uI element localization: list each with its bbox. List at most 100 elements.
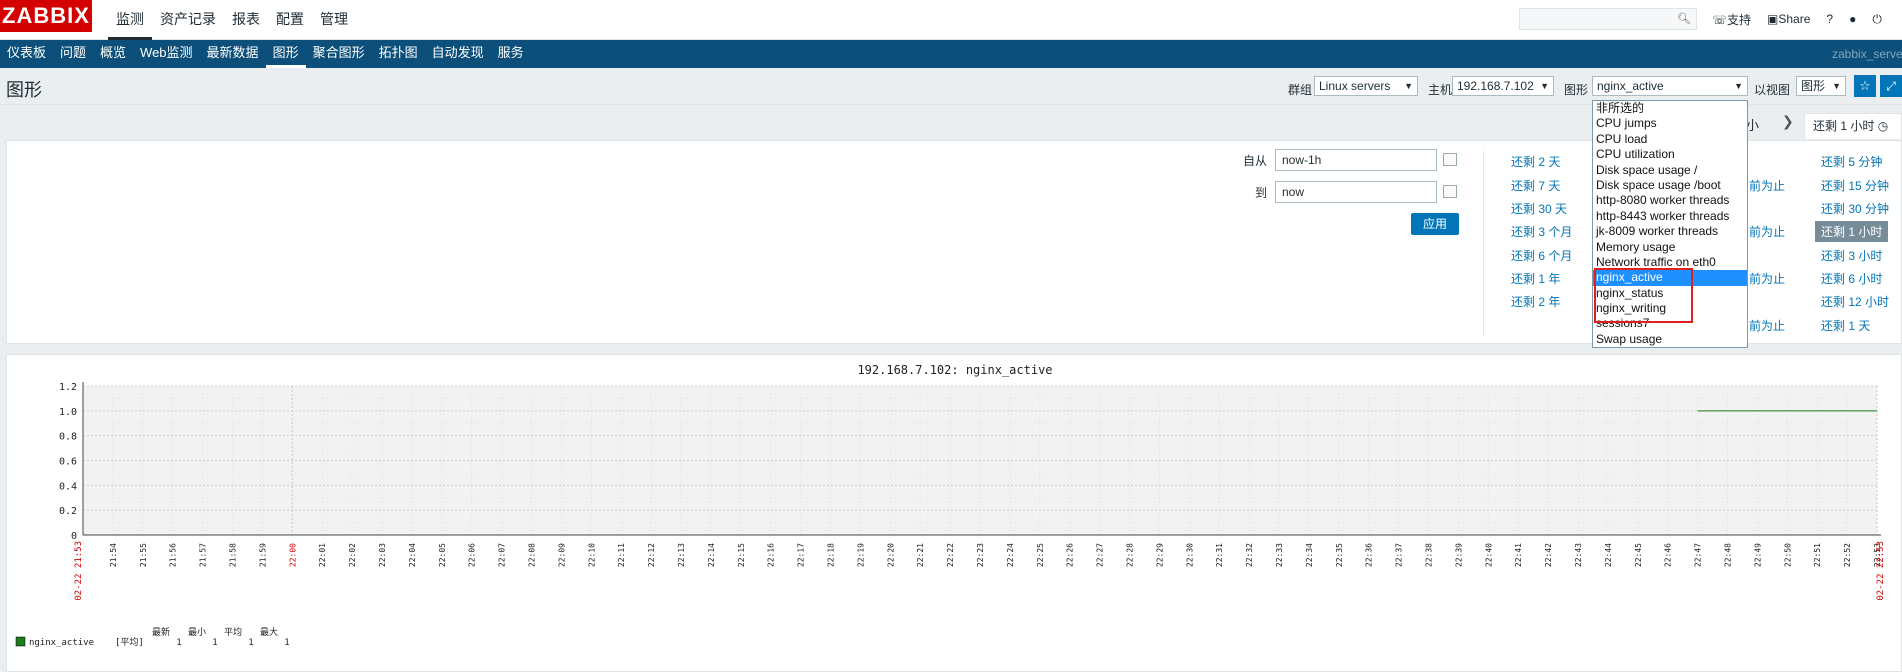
x-tick-label: 22:03 [378,543,387,567]
support-link[interactable]: ☏支持 [1712,11,1751,28]
power-icon[interactable]: ⏻ [1872,12,1882,27]
host-select[interactable]: 192.168.7.102 ▼ [1452,76,1554,96]
x-tick-label: 22:43 [1574,543,1583,567]
quick-range-so-far[interactable]: 前为止 [1749,317,1785,334]
graph-select[interactable]: nginx_active ▼ [1592,76,1748,96]
x-tick-label: 22:29 [1155,543,1164,567]
x-tick-label: 22:48 [1724,543,1733,567]
x-tick-label: 22:01 [318,543,327,567]
help-icon[interactable]: ? [1826,12,1833,26]
dropdown-option[interactable]: 非所选的 [1593,101,1747,116]
quick-range-3h[interactable]: 还剩 3 小时 [1821,247,1882,264]
from-label: 自从 [1243,154,1268,168]
dropdown-option[interactable]: Disk space usage / [1593,163,1747,178]
quick-range-12h[interactable]: 还剩 12 小时 [1821,293,1889,310]
fullscreen-button[interactable]: ⤢ [1880,75,1902,97]
menu-administration[interactable]: 管理 [312,0,356,40]
quick-range-1h[interactable]: 还剩 1 小时 [1815,221,1889,242]
x-tick-label: 22:04 [408,543,417,567]
calendar-icon[interactable] [1443,185,1457,198]
subnav-maps[interactable]: 拓扑图 [372,40,425,68]
subnav-discovery[interactable]: 自动发现 [425,40,491,68]
subnav-services[interactable]: 服务 [491,40,531,68]
dropdown-option[interactable]: http-8443 worker threads [1593,209,1747,224]
subnav-latest-data[interactable]: 最新数据 [200,40,266,68]
subnav-overview[interactable]: 概览 [93,40,133,68]
chart-svg[interactable]: 1.2 1.0 0.8 0.6 0.4 0.2 0 21:54 21:55 21:56 21:57… [7,355,1901,671]
host-label: 主机 [1428,83,1453,97]
quick-range-3m[interactable]: 还剩 3 个月 [1511,223,1572,240]
quick-range-30d[interactable]: 还剩 30 天 [1511,200,1567,217]
subnav-problems[interactable]: 问题 [53,40,93,68]
x-tick-label: 22:44 [1604,543,1613,567]
quick-range-30min[interactable]: 还剩 30 分钟 [1821,200,1889,217]
y-tick-label: 0.2 [59,506,77,517]
subnav-graphs[interactable]: 图形 [265,40,306,68]
x-tick-label: 22:42 [1544,543,1553,567]
x-tick-label: 22:09 [557,543,566,567]
x-tick-label: 22:14 [707,543,716,567]
dropdown-option[interactable]: http-8080 worker threads [1593,193,1747,208]
menu-inventory[interactable]: 资产记录 [152,0,224,40]
subnav-screens[interactable]: 聚合图形 [306,40,372,68]
user-icon[interactable]: ● [1849,12,1856,26]
quick-range-6h[interactable]: 还剩 6 小时 [1821,270,1882,287]
quick-range-2d[interactable]: 还剩 2 天 [1511,153,1560,170]
top-right-links: ☏支持 ▣Share ? ● ⏻ [1712,0,1882,38]
from-input[interactable]: now-1h [1275,149,1437,171]
share-icon: ▣ [1767,12,1779,26]
x-tick-label: 22:12 [647,543,656,567]
quick-range-so-far[interactable]: 前为止 [1749,177,1785,194]
subnav-dashboard[interactable]: 仪表板 [0,40,53,68]
x-tick-label: 21:59 [258,543,267,567]
menu-monitoring[interactable]: 监测 [108,0,152,40]
dropdown-option[interactable]: Memory usage [1593,240,1747,255]
dropdown-option[interactable]: jk-8009 worker threads [1593,224,1747,239]
quick-range-6m[interactable]: 还剩 6 个月 [1511,247,1572,264]
quick-range-1y[interactable]: 还剩 1 年 [1511,270,1560,287]
apply-button[interactable]: 应用 [1411,213,1459,235]
x-tick-label: 22:07 [498,543,507,567]
x-tick-label: 22:33 [1275,543,1284,567]
subnav-web[interactable]: Web监测 [133,40,200,68]
chart-legend: 最新 最小 平均 最大 nginx_active [平均] 1 1 1 1 [15,626,290,648]
quick-range-so-far[interactable]: 前为止 [1749,223,1785,240]
menu-configuration[interactable]: 配置 [268,0,312,40]
dropdown-option[interactable]: Disk space usage /boot [1593,178,1747,193]
view-select[interactable]: 图形 ▼ [1796,76,1846,96]
share-link[interactable]: ▣Share [1767,12,1810,26]
page-title: 图形 [6,80,42,100]
quick-range-15min[interactable]: 还剩 15 分钟 [1821,177,1889,194]
to-input[interactable]: now [1275,181,1437,203]
dropdown-option[interactable]: CPU utilization [1593,147,1747,162]
dropdown-option[interactable]: CPU jumps [1593,116,1747,131]
favorite-button[interactable]: ☆ [1854,75,1876,97]
calendar-icon[interactable] [1443,153,1457,166]
quick-range-so-far[interactable]: 前为止 [1749,270,1785,287]
legend-series-name: nginx_active [29,638,94,648]
y-tick-label: 0.6 [59,457,77,468]
x-tick-label: 22:28 [1126,543,1135,567]
x-tick-label: 22:39 [1454,543,1463,567]
quick-range-5min[interactable]: 还剩 5 分钟 [1821,153,1882,170]
x-tick-label: 22:46 [1664,543,1673,567]
zabbix-logo[interactable]: ZABBIX [0,0,92,32]
group-select[interactable]: Linux servers ▼ [1314,76,1418,96]
quick-range-2y[interactable]: 还剩 2 年 [1511,293,1560,310]
x-tick-label: 22:37 [1395,543,1404,567]
menu-reports[interactable]: 报表 [224,0,268,40]
dropdown-option[interactable]: Swap usage [1593,332,1747,347]
quick-range-7d[interactable]: 还剩 7 天 [1511,177,1560,194]
next-period-icon[interactable]: ❯ [1782,113,1794,130]
time-tab-current[interactable]: 还剩 1 小时 ◷ [1804,113,1902,139]
search-icon[interactable]: 🔍︎ [1677,12,1691,25]
chevron-down-icon: ▼ [1404,81,1413,91]
x-axis: 21:54 21:55 21:56 21:57 21:58 21:59 22:00 22:01… [74,534,1886,601]
x-tick-label: 22:24 [1006,543,1015,567]
quick-range-1d[interactable]: 还剩 1 天 [1821,317,1870,334]
search-input[interactable]: 🔍︎ [1519,8,1697,30]
x-tick-label: 22:20 [886,543,895,567]
top-menu: 监测 资产记录 报表 配置 管理 [108,0,356,40]
dropdown-option[interactable]: CPU load [1593,132,1747,147]
clock-icon: ◷ [1877,119,1889,133]
